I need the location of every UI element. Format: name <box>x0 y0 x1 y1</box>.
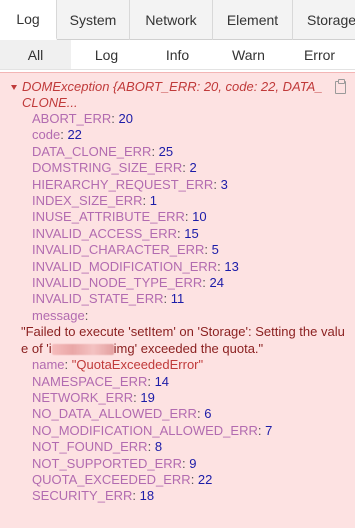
tab-system[interactable]: System <box>57 0 130 40</box>
property-row: HIERARCHY_REQUEST_ERR: 3 <box>0 177 355 193</box>
property-row: INVALID_NODE_TYPE_ERR: 24 <box>0 275 355 291</box>
clipboard-icon[interactable] <box>335 79 346 94</box>
property-value: 18 <box>139 488 155 504</box>
property-value: 7 <box>265 422 273 438</box>
property-key: INVALID_MODIFICATION_ERR <box>32 258 218 274</box>
property-colon: : <box>151 143 159 159</box>
property-row: code: 22 <box>0 127 355 143</box>
property-key: INVALID_NODE_TYPE_ERR <box>32 275 203 291</box>
property-value: 6 <box>204 406 212 422</box>
property-colon: : <box>142 193 150 209</box>
property-key: NETWORK_ERR <box>32 389 134 405</box>
property-colon: : <box>204 242 212 258</box>
property-colon: : <box>147 439 155 455</box>
property-colon: : <box>257 422 266 438</box>
property-key: QUOTA_EXCEEDED_ERR <box>32 471 191 487</box>
top-tab-bar: Log System Network Element Storage <box>0 0 355 40</box>
property-key: DOMSTRING_SIZE_ERR <box>32 160 183 176</box>
property-row: INVALID_CHARACTER_ERR: 5 <box>0 242 355 258</box>
property-key: NO_DATA_ALLOWED_ERR <box>32 406 197 422</box>
property-row: INDEX_SIZE_ERR: 1 <box>0 193 355 209</box>
property-row: QUOTA_EXCEEDED_ERR: 22 <box>0 472 355 488</box>
tab-network[interactable]: Network <box>130 0 213 40</box>
filter-info[interactable]: Info <box>142 40 213 69</box>
property-value: "QuotaExceededError" <box>71 357 204 373</box>
property-key: INVALID_CHARACTER_ERR <box>32 242 205 258</box>
property-value: 9 <box>189 455 197 471</box>
property-row: DOMSTRING_SIZE_ERR: 2 <box>0 160 355 176</box>
entry-summary: DOMException {ABORT_ERR: 20, code: 22, D… <box>22 79 323 110</box>
property-key: DATA_CLONE_ERR <box>32 143 152 159</box>
property-value: 15 <box>184 225 199 241</box>
property-key: HIERARCHY_REQUEST_ERR <box>32 176 214 192</box>
property-row: NOT_FOUND_ERR: 8 <box>0 439 355 455</box>
property-colon: : <box>163 291 171 307</box>
filter-error[interactable]: Error <box>284 40 355 69</box>
property-colon: : <box>213 176 221 192</box>
property-value: 20 <box>118 111 133 126</box>
property-value: 3 <box>220 176 228 192</box>
property-row: INUSE_ATTRIBUTE_ERR: 10 <box>0 209 355 225</box>
property-value: 8 <box>154 439 163 455</box>
caret-down-icon[interactable] <box>11 85 17 90</box>
log-level-filter-bar: All Log Info Warn Error <box>0 40 355 70</box>
property-list: ABORT_ERR: 20 code: 22 DATA_CLONE_ERR: 25 D… <box>0 111 355 505</box>
property-value: 24 <box>209 275 224 291</box>
message-value: "Failed to execute 'setItem' on 'Storage… <box>0 324 355 357</box>
property-row: ABORT_ERR: 20 <box>0 111 355 127</box>
property-key: ABORT_ERR <box>32 111 112 126</box>
property-key: message <box>32 307 85 323</box>
property-row: DATA_CLONE_ERR: 25 <box>0 144 355 160</box>
property-value: 25 <box>158 143 174 159</box>
property-key: INUSE_ATTRIBUTE_ERR <box>32 209 185 225</box>
redacted-text <box>51 343 114 355</box>
property-value: 1 <box>149 193 158 209</box>
filter-log[interactable]: Log <box>71 40 142 69</box>
property-value: 2 <box>189 160 197 176</box>
property-row: NOT_SUPPORTED_ERR: 9 <box>0 456 355 472</box>
property-colon: : <box>132 488 140 504</box>
property-value: 13 <box>224 258 239 274</box>
property-colon: : <box>147 373 155 389</box>
property-value: 11 <box>170 291 185 307</box>
property-row: INVALID_STATE_ERR: 11 <box>0 291 355 307</box>
property-row: SECURITY_ERR: 18 <box>0 488 355 504</box>
property-value: 10 <box>192 209 207 225</box>
filter-warn[interactable]: Warn <box>213 40 284 69</box>
property-row: NO_MODIFICATION_ALLOWED_ERR: 7 <box>0 423 355 439</box>
property-value: 22 <box>67 127 82 143</box>
property-key: SECURITY_ERR <box>32 488 133 504</box>
property-key: INDEX_SIZE_ERR <box>32 193 143 209</box>
property-key: INVALID_STATE_ERR <box>32 291 164 307</box>
property-colon: : <box>190 471 198 487</box>
property-row-name: name: "QuotaExceededError" <box>32 357 204 373</box>
property-value: 14 <box>154 373 170 389</box>
property-row: NO_DATA_ALLOWED_ERR: 6 <box>0 406 355 422</box>
tab-storage[interactable]: Storage <box>293 0 355 40</box>
error-log-entry: DOMException {ABORT_ERR: 20, code: 22, D… <box>0 72 355 528</box>
property-colon: : <box>202 275 210 291</box>
entry-header[interactable]: DOMException {ABORT_ERR: 20, code: 22, D… <box>0 73 355 111</box>
property-key: NOT_SUPPORTED_ERR <box>32 455 183 471</box>
message-text-end: img' exceeded the quota." <box>113 340 264 356</box>
property-row: NAMESPACE_ERR: 14 <box>0 374 355 390</box>
filter-all[interactable]: All <box>0 40 71 69</box>
property-key: NOT_FOUND_ERR <box>32 439 148 455</box>
property-row: INVALID_ACCESS_ERR: 15 <box>0 226 355 242</box>
property-key: name <box>32 357 65 373</box>
property-value: 19 <box>140 389 155 405</box>
property-key: INVALID_ACCESS_ERR <box>32 225 177 241</box>
property-value: 5 <box>211 242 219 258</box>
tab-element[interactable]: Element <box>213 0 293 40</box>
tab-log[interactable]: Log <box>0 0 57 40</box>
property-row: NETWORK_ERR: 19 <box>0 390 355 406</box>
property-key: NAMESPACE_ERR <box>32 373 148 389</box>
property-row: INVALID_MODIFICATION_ERR: 13 <box>0 259 355 275</box>
property-key: code <box>32 127 61 143</box>
property-value: 22 <box>197 471 213 487</box>
property-row-message: message: <box>32 307 89 323</box>
property-key: NO_MODIFICATION_ALLOWED_ERR <box>32 422 258 438</box>
